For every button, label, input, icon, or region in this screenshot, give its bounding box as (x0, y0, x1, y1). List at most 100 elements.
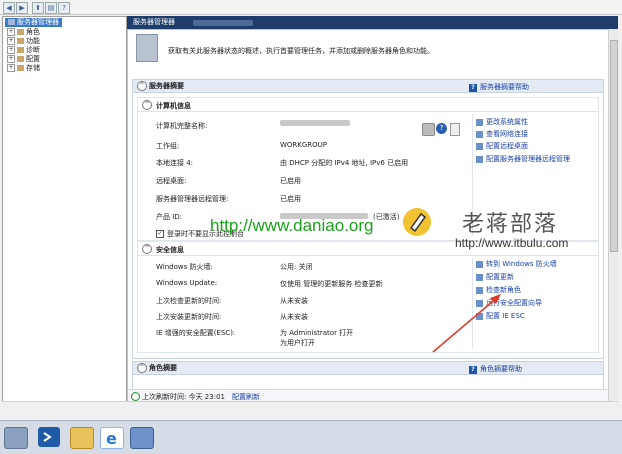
watermark-site-url: http://www.daniao.org (210, 216, 374, 235)
tree-item-configuration[interactable]: + 配置 (7, 55, 40, 64)
configure-updates-link[interactable]: 配置更新 (476, 272, 514, 282)
tree-item-features[interactable]: + 功能 (7, 37, 40, 46)
collapse-icon[interactable]: ^ (137, 81, 147, 91)
go-to-firewall-link[interactable]: 转到 Windows 防火墙 (476, 259, 557, 269)
settings-icon (476, 155, 483, 163)
product-id-label: 产品 ID: (156, 213, 183, 221)
main-header-title: 服务器管理器 (133, 18, 175, 26)
back-arrow-icon[interactable]: ◀ (3, 2, 15, 14)
svg-text:e: e (106, 429, 117, 448)
help-icon: ? (469, 84, 477, 92)
help-icon: ? (469, 366, 477, 374)
expand-icon[interactable]: + (7, 28, 15, 36)
help-icon[interactable]: ? (436, 123, 447, 134)
configure-remote-desktop-link[interactable]: 配置远程桌面 (476, 141, 528, 151)
link-label: 转到 Windows 防火墙 (486, 260, 557, 268)
forward-arrow-icon[interactable]: ▶ (16, 2, 28, 14)
collapse-icon[interactable]: ^ (142, 244, 152, 254)
help-icon[interactable]: ? (58, 2, 70, 14)
tree-item-storage[interactable]: + 存储 (7, 64, 40, 73)
watermark-brand: 老蒋部落 (462, 212, 559, 237)
tree-item-label: 诊断 (26, 46, 40, 54)
change-system-properties-link[interactable]: 更改系统属性 (476, 117, 528, 127)
navigation-tree: 服务器管理器 + 角色 + 功能 + 诊断 + 配置 + 存储 (2, 16, 127, 402)
remote-management-label: 服务器管理器远程管理: (156, 195, 229, 203)
refresh-icon[interactable] (131, 392, 140, 401)
main-header: 服务器管理器 (127, 16, 618, 29)
help-label: 角色摘要帮助 (480, 365, 522, 373)
configure-remote-management-link[interactable]: 配置服务器管理器远程管理 (476, 154, 570, 164)
powershell-icon[interactable] (38, 427, 60, 447)
expand-icon[interactable]: + (7, 46, 15, 54)
no-show-at-logon-checkbox[interactable]: ✓ (156, 230, 164, 238)
expand-icon[interactable]: + (7, 64, 15, 72)
remote-desktop-icon (476, 142, 483, 150)
firewall-value: 公用: 关闭 (280, 263, 313, 271)
link-label: 配置服务器管理器远程管理 (486, 155, 570, 163)
computer-icon (422, 123, 435, 136)
view-network-connections-link[interactable]: 查看网络连接 (476, 129, 528, 139)
help-label: 服务器摘要帮助 (480, 83, 529, 91)
last-checked-value: 从未安装 (280, 297, 308, 305)
vertical-scrollbar-thumb[interactable] (610, 40, 618, 252)
remote-desktop-value: 已启用 (280, 177, 301, 185)
collapse-icon[interactable]: ^ (137, 363, 147, 373)
folder-icon (17, 65, 24, 71)
ie-esc-label: IE 增强的安全配置(ESC): (156, 329, 236, 337)
spin-control-icon[interactable] (450, 123, 460, 136)
link-label: 更改系统属性 (486, 118, 528, 126)
update-icon (476, 273, 483, 281)
section-title: 角色摘要 (149, 364, 177, 372)
link-label: 配置远程桌面 (486, 142, 528, 150)
network-icon (476, 130, 483, 138)
collapse-icon[interactable]: ^ (142, 100, 152, 110)
tree-item-label: 角色 (26, 28, 40, 36)
last-installed-value: 从未安装 (280, 313, 308, 321)
ie-icon[interactable]: e (100, 427, 124, 449)
workgroup-value: WORKGROUP (280, 141, 328, 149)
tree-item-roles[interactable]: + 角色 (7, 28, 40, 37)
server-manager-icon[interactable] (4, 427, 28, 449)
remote-desktop-icon[interactable] (130, 427, 154, 449)
tree-item-label: 配置 (26, 55, 40, 63)
workgroup-label: 工作组: (156, 142, 180, 150)
tree-item-diagnostics[interactable]: + 诊断 (7, 46, 40, 55)
taskbar: e (0, 420, 622, 454)
remote-desktop-label: 远程桌面: (156, 177, 187, 185)
redacted-computer-name (280, 120, 350, 126)
tree-root-label: 服务器管理器 (17, 18, 59, 26)
folder-icon (17, 38, 24, 44)
firewall-icon (476, 260, 483, 268)
watermark-logo (403, 208, 431, 236)
system-icon (476, 118, 483, 126)
local-connection-value: 由 DHCP 分配的 IPv4 地址, IPv6 已启用 (280, 159, 409, 167)
section-title: 服务器摘要 (149, 82, 184, 90)
firewall-label: Windows 防火墙: (156, 263, 213, 271)
ie-esc-value-admin: 为 Administrator 打开 (280, 329, 354, 337)
intro-text: 获取有关此服务器状态的概述，执行首要管理任务，并添加或删除服务器角色和功能。 (168, 47, 434, 55)
product-id-status: (已激活) (373, 213, 400, 221)
annotation-arrow (432, 294, 501, 353)
folder-icon (17, 56, 24, 62)
link-label: 配置更新 (486, 273, 514, 281)
up-level-icon[interactable]: ⬆ (32, 2, 44, 14)
show-hide-tree-icon[interactable]: ▤ (45, 2, 57, 14)
last-installed-label: 上次安装更新的时间: (156, 313, 222, 321)
link-label: 查看网络连接 (486, 130, 528, 138)
windows-update-value: 仅使用 管理的更新服务 检查更新 (280, 280, 383, 288)
folder-icon (17, 29, 24, 35)
roles-summary-header[interactable]: 角色摘要 (133, 362, 603, 375)
tree-root-server-manager[interactable]: 服务器管理器 (5, 18, 62, 27)
server-summary-header[interactable]: 服务器摘要 (133, 80, 603, 93)
redacted-server-name (193, 20, 253, 26)
horizontal-scrollbar[interactable] (2, 401, 618, 418)
explorer-icon[interactable] (70, 427, 94, 449)
security-info-title: 安全信息 (156, 246, 184, 254)
computer-info-title: 计算机信息 (156, 102, 191, 110)
server-summary-help-link[interactable]: ? 服务器摘要帮助 (469, 82, 529, 92)
expand-icon[interactable]: + (7, 55, 15, 63)
server-icon (8, 19, 15, 25)
roles-summary-help-link[interactable]: ? 角色摘要帮助 (469, 364, 522, 374)
expand-icon[interactable]: + (7, 37, 15, 45)
toolbar: ◀ ▶ ⬆ ▤ ? (0, 0, 622, 15)
